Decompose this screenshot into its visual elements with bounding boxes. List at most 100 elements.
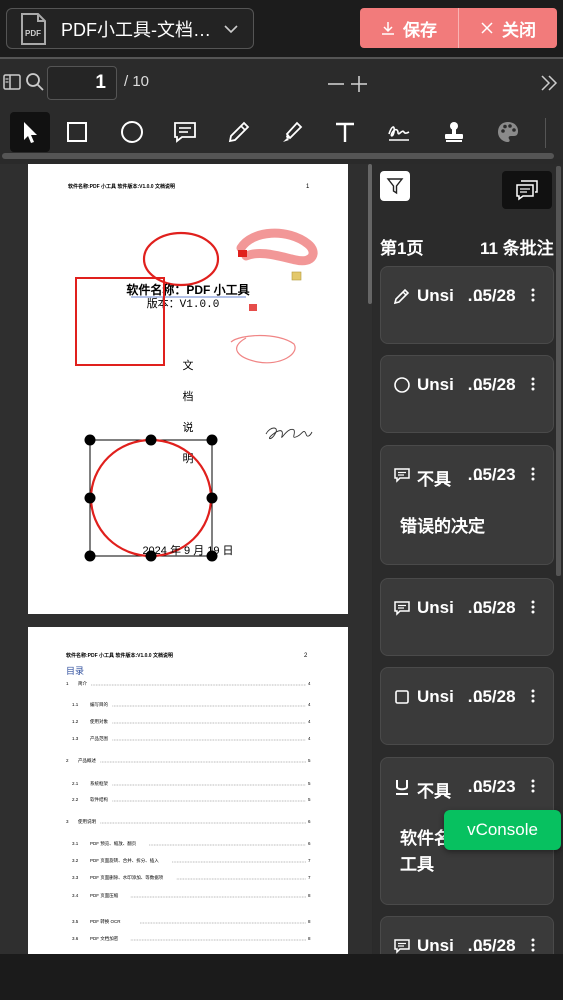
more-options-icon[interactable]: [528, 776, 538, 796]
annotation-author: Unsi: [417, 598, 454, 617]
circle-annotation-selected[interactable]: [89, 438, 213, 558]
comments-icon: [516, 180, 538, 201]
annotation-card[interactable]: Unsi… 05/28: [380, 667, 554, 745]
toc-entry[interactable]: PDF 页面旋转、合并、拆分、插入: [90, 857, 159, 864]
sidebar-toggle-icon[interactable]: [3, 73, 21, 91]
annotation-date: 05/28: [473, 286, 516, 305]
doc-char-1: 文: [183, 358, 194, 372]
toc-entry[interactable]: PDF 文档加密: [90, 935, 119, 942]
comment-tool[interactable]: [165, 112, 205, 152]
toc-page: 7: [308, 858, 311, 863]
resize-handle-tm[interactable]: [145, 434, 157, 446]
signature-tool[interactable]: [379, 112, 419, 152]
stamp-tool[interactable]: [434, 112, 474, 152]
toc-entry[interactable]: PDF 转换 OCR: [90, 918, 121, 925]
toc-entry[interactable]: 产品范围: [90, 735, 108, 742]
resize-handle-mr[interactable]: [206, 492, 218, 504]
doc-char-3: 说: [183, 420, 194, 434]
toc-title: 目录: [66, 666, 84, 676]
toc-entry[interactable]: 软件结构: [90, 796, 108, 803]
toc-page: 4: [308, 736, 311, 741]
save-button[interactable]: 保存: [360, 8, 458, 48]
toc-number: 3.3: [72, 875, 79, 880]
pencil-icon: [228, 121, 250, 143]
annotation-author: 不具: [417, 470, 451, 489]
comment-marker-icon[interactable]: [238, 250, 247, 257]
toolbar-scrollbar[interactable]: [2, 153, 554, 159]
more-options-icon[interactable]: [528, 597, 538, 617]
pdf-page-2[interactable]: 软件名称:PDF 小工具 软件版本:V1.0.0 文档说明 2 目录 1 简介 4 1…: [28, 627, 348, 954]
resize-handle-tl[interactable]: [84, 434, 96, 446]
toc-number: 3.5: [72, 919, 79, 924]
page-version: 版本：V1.0.0: [147, 296, 220, 311]
document-select[interactable]: PDF PDF小工具-文档…: [6, 8, 254, 49]
select-tool[interactable]: [10, 112, 50, 152]
pen-tool[interactable]: [219, 112, 259, 152]
annotation-date: 05/28: [473, 375, 516, 394]
toc-entry[interactable]: 产品概述: [78, 757, 96, 764]
toc-entry[interactable]: 简介: [78, 680, 87, 687]
highlighter-tool[interactable]: [272, 112, 312, 152]
page-number-input[interactable]: 1: [47, 66, 117, 100]
rectangle-tool[interactable]: [57, 112, 97, 152]
comment-icon: [174, 122, 196, 143]
document-viewer[interactable]: 软件名称:PDF 小工具 软件版本:V1.0.0 文档说明 1 软件名称：PDF…: [0, 164, 372, 954]
toc-entry[interactable]: 使用说明: [78, 818, 96, 825]
pdf-page-1[interactable]: 软件名称:PDF 小工具 软件版本:V1.0.0 文档说明 1 软件名称：PDF…: [28, 164, 348, 614]
text-tool[interactable]: [325, 112, 365, 152]
signature-icon: [388, 126, 410, 141]
more-options-icon[interactable]: [528, 935, 538, 954]
toc-page: 4: [308, 702, 311, 707]
toc-entry[interactable]: 系统框架: [90, 780, 108, 787]
annotation-date: 05/23: [473, 465, 516, 484]
vconsole-button[interactable]: vConsole: [444, 810, 561, 850]
ellipse-tool[interactable]: [112, 112, 152, 152]
more-options-icon[interactable]: [528, 464, 538, 484]
toc-number: 1.3: [72, 736, 79, 741]
note-marker-icon[interactable]: [291, 271, 302, 281]
collapse-panel-icon[interactable]: [540, 73, 558, 93]
toc-entry[interactable]: PDF 预览、缩放、翻页: [90, 840, 137, 847]
pdf-editor: PDF PDF小工具-文档… 保存 关闭 1 / 10 软件名称:PDF 小工具…: [0, 0, 563, 1000]
toc-entry[interactable]: 使用对象: [90, 718, 108, 725]
toc-entry[interactable]: PDF 页面删除、水印添加、等数据项: [90, 874, 164, 881]
zoom-in-icon[interactable]: [350, 73, 368, 93]
resize-handle-bm[interactable]: [145, 550, 157, 562]
toc-number: 2.2: [72, 797, 79, 802]
document-scrollbar[interactable]: [368, 164, 372, 304]
toc-page: 5: [308, 781, 311, 786]
more-options-icon[interactable]: [528, 686, 538, 706]
signature-annotation[interactable]: [265, 427, 313, 440]
annotation-card[interactable]: Unsi… 05/28: [380, 578, 554, 656]
annotation-card[interactable]: Unsi… 05/28: [380, 355, 554, 433]
more-options-icon[interactable]: [528, 285, 538, 305]
color-tool[interactable]: [488, 112, 528, 152]
close-button[interactable]: 关闭: [458, 8, 557, 48]
toc-entry[interactable]: PDF 页面压缩: [90, 892, 119, 899]
page-title[interactable]: 软件名称：PDF 小工具: [126, 282, 249, 297]
search-icon[interactable]: [25, 72, 45, 92]
ink-annotation[interactable]: [230, 334, 296, 364]
toolbar-divider: [545, 118, 546, 148]
resize-handle-br[interactable]: [206, 550, 218, 562]
toc-entry[interactable]: 编写目的: [90, 701, 108, 708]
more-options-icon[interactable]: [528, 374, 538, 394]
annotation-card[interactable]: Unsi… 05/28: [380, 916, 554, 954]
panel-scrollbar[interactable]: [556, 166, 561, 576]
comment-marker-icon-2[interactable]: [249, 304, 257, 311]
download-icon: [382, 22, 394, 35]
zoom-out-icon[interactable]: [327, 73, 345, 93]
highlight-stroke[interactable]: [236, 228, 318, 266]
toc-number: 3.6: [72, 936, 79, 941]
annotation-date: 05/23: [473, 777, 516, 796]
resize-handle-bl[interactable]: [84, 550, 96, 562]
circle-icon: [394, 377, 410, 393]
annotation-card[interactable]: Unsi… 05/28: [380, 266, 554, 344]
annotation-card[interactable]: 不具… 05/23 错误的决定: [380, 445, 554, 565]
page-total: / 10: [124, 73, 150, 90]
resize-handle-tr[interactable]: [206, 434, 218, 446]
filter-button[interactable]: [380, 171, 410, 201]
resize-handle-ml[interactable]: [84, 492, 96, 504]
pencil-icon: [393, 288, 410, 305]
annotation-list-button[interactable]: [502, 171, 552, 209]
